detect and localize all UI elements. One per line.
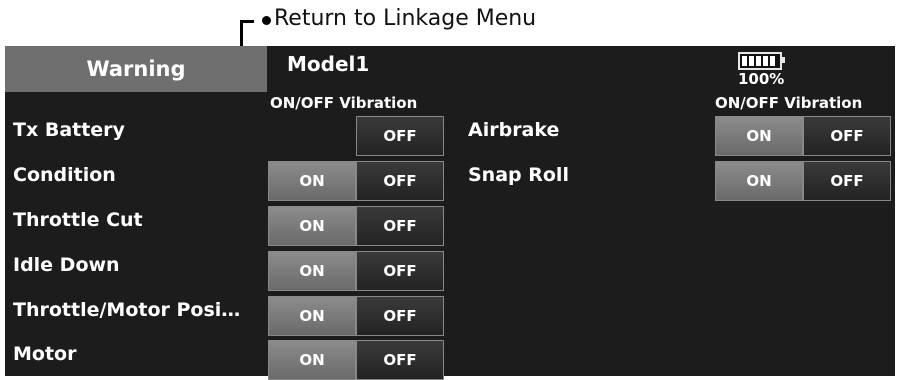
bullet-icon — [262, 16, 271, 25]
throttle-motor-position-on-button[interactable]: ON — [268, 296, 356, 336]
return-annotation: Return to Linkage Menu — [240, 6, 640, 48]
row-label-throttle-cut: Throttle Cut — [13, 209, 143, 231]
throttle-cut-vibration-button[interactable]: OFF — [356, 206, 444, 246]
condition-vibration-button[interactable]: OFF — [356, 161, 444, 201]
row-label-idle-down: Idle Down — [13, 254, 120, 276]
motor-on-button[interactable]: ON — [268, 340, 356, 380]
row-label-throttle-motor-position: Throttle/Motor Posi… — [13, 299, 241, 321]
row-label-condition: Condition — [13, 164, 116, 186]
snap-roll-vibration-button[interactable]: OFF — [803, 161, 891, 201]
idle-down-vibration-button[interactable]: OFF — [356, 251, 444, 291]
battery-percent: 100% — [738, 70, 785, 88]
snap-roll-on-button[interactable]: ON — [715, 161, 803, 201]
row-label-airbrake: Airbrake — [468, 119, 560, 141]
airbrake-on-button[interactable]: ON — [715, 116, 803, 156]
warning-tab-button[interactable]: Warning — [5, 46, 267, 92]
throttle-motor-position-vibration-button[interactable]: OFF — [356, 296, 444, 336]
left-column-header: ON/OFF Vibration — [270, 94, 418, 112]
condition-on-button[interactable]: ON — [268, 161, 356, 201]
idle-down-on-button[interactable]: ON — [268, 251, 356, 291]
row-label-motor: Motor — [13, 343, 77, 365]
tx-battery-vibration-button[interactable]: OFF — [356, 116, 444, 156]
battery-icon — [738, 48, 788, 70]
motor-vibration-button[interactable]: OFF — [356, 340, 444, 380]
bracket-line — [240, 20, 243, 48]
row-label-tx-battery: Tx Battery — [13, 119, 125, 141]
warning-screen: Warning Model1 100% ON/OFF Vibration ON/… — [5, 46, 895, 380]
model-name: Model1 — [287, 52, 370, 76]
throttle-cut-on-button[interactable]: ON — [268, 206, 356, 246]
airbrake-vibration-button[interactable]: OFF — [803, 116, 891, 156]
annotation-text: Return to Linkage Menu — [274, 6, 537, 31]
row-label-snap-roll: Snap Roll — [468, 164, 569, 186]
bracket-line — [240, 20, 254, 23]
right-column-header: ON/OFF Vibration — [715, 94, 863, 112]
